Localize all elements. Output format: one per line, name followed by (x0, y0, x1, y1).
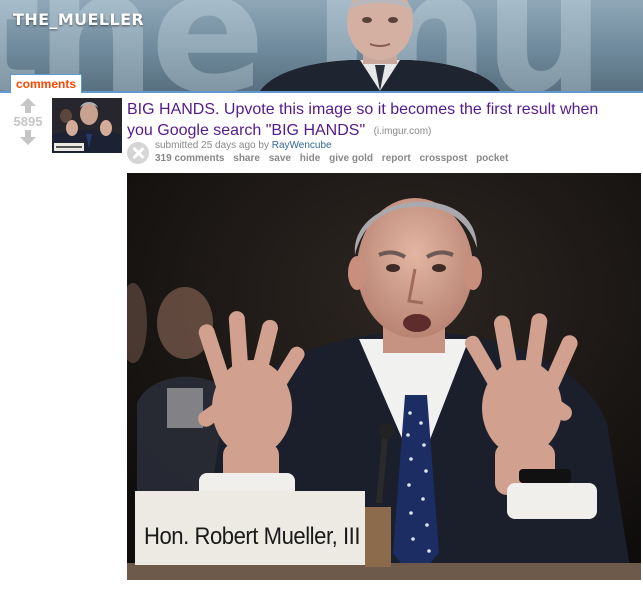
give-gold-link[interactable]: give gold (329, 153, 373, 164)
share-link[interactable]: share (233, 153, 260, 164)
tab-underline (0, 91, 643, 93)
post-title-link[interactable]: BIG HANDS. Upvote this image so it becom… (127, 101, 598, 139)
expanded-post-image[interactable] (127, 173, 641, 580)
downvote-arrow-icon[interactable] (19, 130, 37, 145)
post-thumbnail[interactable] (52, 98, 122, 153)
vote-column: 5895 (8, 98, 48, 145)
hearing-photo (127, 173, 641, 580)
post-score: 5895 (13, 114, 43, 129)
report-link[interactable]: report (382, 153, 411, 164)
post-tagline: submitted 25 days ago by RayWencube (155, 139, 332, 152)
close-expando-icon[interactable] (127, 142, 149, 164)
save-link[interactable]: save (269, 153, 291, 164)
post-domain[interactable]: (i.imgur.com) (374, 126, 432, 137)
post-title-row: BIG HANDS. Upvote this image so it becom… (127, 99, 627, 142)
subreddit-title[interactable]: THE_MUELLER (13, 10, 144, 29)
crosspost-link[interactable]: crosspost (419, 153, 467, 164)
pocket-link[interactable]: pocket (476, 153, 508, 164)
subreddit-header-banner: the mu THE_MUELLER (0, 0, 643, 91)
post-action-buttons: 319 comments share save hide give gold r… (155, 153, 514, 164)
comments-link[interactable]: 319 comments (155, 153, 224, 164)
thumbnail-image (52, 98, 122, 153)
hide-link[interactable]: hide (300, 153, 321, 164)
nameplate-text: Hon. Robert Mueller, III (144, 523, 360, 550)
author-link[interactable]: RayWencube (272, 140, 332, 151)
tab-comments[interactable]: comments (10, 74, 83, 93)
banner-portrait-image (260, 0, 500, 91)
submitted-text: submitted 25 days ago by (155, 140, 269, 151)
upvote-arrow-icon[interactable] (19, 98, 37, 113)
